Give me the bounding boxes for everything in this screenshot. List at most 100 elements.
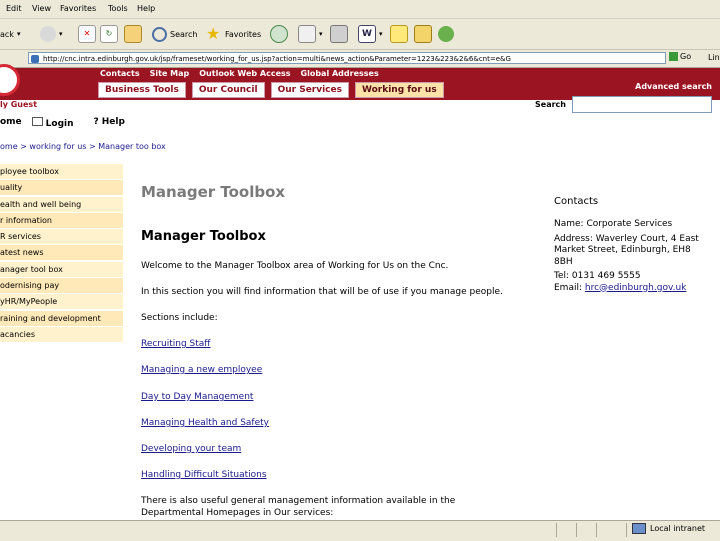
sidebar-item-equality[interactable]: uality	[0, 180, 123, 196]
breadcrumb[interactable]: ome > working for us > Manager too box	[0, 142, 166, 151]
favorites-button[interactable]: ★ Favorites	[206, 23, 261, 45]
link-health-and-safety[interactable]: Managing Health and Safety	[141, 418, 269, 428]
contact-address-line1: Address: Waverley Court, 4 East	[554, 233, 699, 244]
search-input[interactable]	[572, 96, 712, 113]
intranet-icon	[632, 523, 646, 534]
nav-help[interactable]: ? Help	[94, 117, 135, 129]
advanced-search-link[interactable]: Advanced search	[635, 82, 712, 91]
status-divider	[556, 523, 557, 537]
top-link-outlook[interactable]: Outlook Web Access	[199, 69, 290, 80]
menu-favorites[interactable]: Favorites	[60, 4, 96, 13]
address-input[interactable]: http://cnc.intra.edinburgh.gov.uk/jsp/fr…	[28, 52, 666, 64]
intro-text: In this section you will find informatio…	[141, 287, 503, 297]
sidebar-item-hr-services[interactable]: R services	[0, 229, 123, 245]
nav-help-label: Help	[101, 117, 125, 127]
link-recruiting-staff[interactable]: Recruiting Staff	[141, 339, 211, 349]
link-difficult-situations[interactable]: Handling Difficult Situations	[141, 470, 267, 480]
tab-business-tools[interactable]: Business Tools	[98, 82, 186, 98]
search-label: Search	[535, 100, 566, 109]
discuss-button[interactable]	[390, 23, 411, 45]
section-heading: Manager Toolbox	[141, 229, 266, 244]
link-managing-new-employee[interactable]: Managing a new employee	[141, 365, 262, 375]
search-toolbar-label: Search	[170, 29, 198, 39]
sidebar-item-vacancies[interactable]: acancies	[0, 326, 123, 342]
contact-address-line3: 8BH	[554, 256, 573, 267]
page-title: Manager Toolbox	[141, 183, 286, 201]
contact-email-link[interactable]: hrc@edinburgh.gov.uk	[585, 283, 686, 293]
contact-address-line2: Market Street, Edinburgh, EH8	[554, 245, 691, 255]
go-button[interactable]: Go	[669, 52, 691, 61]
top-link-global-addresses[interactable]: Global Addresses	[301, 69, 379, 80]
search-icon	[152, 26, 167, 42]
menu-bar: Edit View Favorites Tools Help	[0, 0, 720, 19]
stop-icon: ✕	[78, 25, 96, 43]
links-label[interactable]: Links	[708, 53, 720, 62]
chevron-down-icon: ▾	[16, 30, 21, 38]
menu-help[interactable]: Help	[137, 4, 155, 13]
back-button[interactable]: ack ▾	[0, 23, 20, 45]
folder-icon	[414, 25, 432, 43]
forward-arrow-icon	[40, 26, 56, 42]
tab-our-services[interactable]: Our Services	[270, 82, 349, 98]
sidebar-item-myhr-mypeople[interactable]: yHR/MyPeople	[0, 294, 123, 310]
history-icon	[270, 25, 288, 43]
chevron-down-icon: ▾	[379, 30, 383, 38]
main-tabs: Business Tools Our Council Our Services …	[98, 82, 450, 98]
messenger-button[interactable]	[438, 23, 457, 45]
stop-button[interactable]: ✕	[78, 23, 99, 45]
zone-label: Local intranet	[650, 524, 706, 533]
chevron-down-icon: ▾	[319, 30, 323, 38]
printer-icon	[330, 25, 348, 43]
status-divider	[626, 523, 627, 537]
link-day-to-day-management[interactable]: Day to Day Management	[141, 392, 253, 402]
print-button[interactable]	[330, 23, 351, 45]
menu-edit[interactable]: Edit	[6, 4, 22, 13]
status-bar	[0, 520, 720, 541]
sidebar-item-hr-information[interactable]: r information	[0, 212, 123, 228]
tab-working-for-us[interactable]: Working for us	[354, 82, 444, 98]
sidebar-item-latest-news[interactable]: atest news	[0, 245, 123, 261]
sidebar-item-training[interactable]: raining and development	[0, 310, 123, 326]
toolbar: ack ▾ ▾ ✕ ↻ Search ★ Favorites ▾ W ▾	[0, 19, 720, 50]
sidebar-item-health-wellbeing[interactable]: ealth and well being	[0, 196, 123, 212]
user-nav: ome Login ? Help	[0, 117, 145, 129]
nav-login[interactable]: Login	[31, 117, 84, 129]
nav-home[interactable]: ome	[0, 117, 22, 129]
top-link-contacts[interactable]: Contacts	[100, 69, 140, 80]
footer-text-line2: Departmental Homepages in Our services:	[141, 508, 334, 518]
contacts-panel: Contacts Name: Corporate Services Addres…	[554, 196, 720, 294]
messenger-icon	[438, 26, 454, 42]
home-button[interactable]	[124, 23, 145, 45]
menu-view[interactable]: View	[32, 4, 51, 13]
help-icon: ?	[93, 117, 99, 127]
address-value: http://cnc.intra.edinburgh.gov.uk/jsp/fr…	[43, 55, 511, 63]
forward-button[interactable]: ▾	[40, 23, 63, 45]
refresh-icon: ↻	[100, 25, 118, 43]
status-divider	[596, 523, 597, 537]
history-button[interactable]	[270, 23, 291, 45]
sidebar-item-manager-toolbox[interactable]: anager tool box	[0, 261, 123, 277]
contact-name: Name: Corporate Services	[554, 219, 673, 229]
go-label: Go	[680, 52, 692, 61]
top-link-site-map[interactable]: Site Map	[150, 69, 190, 80]
login-icon	[31, 117, 43, 126]
refresh-button[interactable]: ↻	[100, 23, 121, 45]
sidebar-menu: ployee toolbox uality ealth and well bei…	[0, 164, 123, 343]
tab-our-council[interactable]: Our Council	[191, 82, 265, 98]
sidebar-item-modernising-pay[interactable]: odernising pay	[0, 278, 123, 294]
favorites-toolbar-label: Favorites	[225, 29, 262, 39]
contacts-title: Contacts	[554, 196, 599, 207]
contact-email-row: Email: hrc@edinburgh.gov.uk	[554, 283, 720, 295]
link-developing-team[interactable]: Developing your team	[141, 444, 241, 454]
nav-login-label: Login	[45, 119, 74, 129]
sidebar-item-employee-toolbox[interactable]: ployee toolbox	[0, 164, 123, 179]
mail-button[interactable]: ▾	[298, 23, 323, 45]
menu-tools[interactable]: Tools	[108, 4, 128, 13]
search-button[interactable]: Search	[152, 23, 197, 45]
research-button[interactable]	[414, 23, 435, 45]
edit-button[interactable]: W ▾	[358, 23, 383, 45]
home-icon	[124, 25, 142, 43]
back-label: ack	[0, 29, 14, 39]
contact-tel: Tel: 0131 469 5555	[554, 271, 641, 281]
go-arrow-icon	[669, 52, 678, 61]
